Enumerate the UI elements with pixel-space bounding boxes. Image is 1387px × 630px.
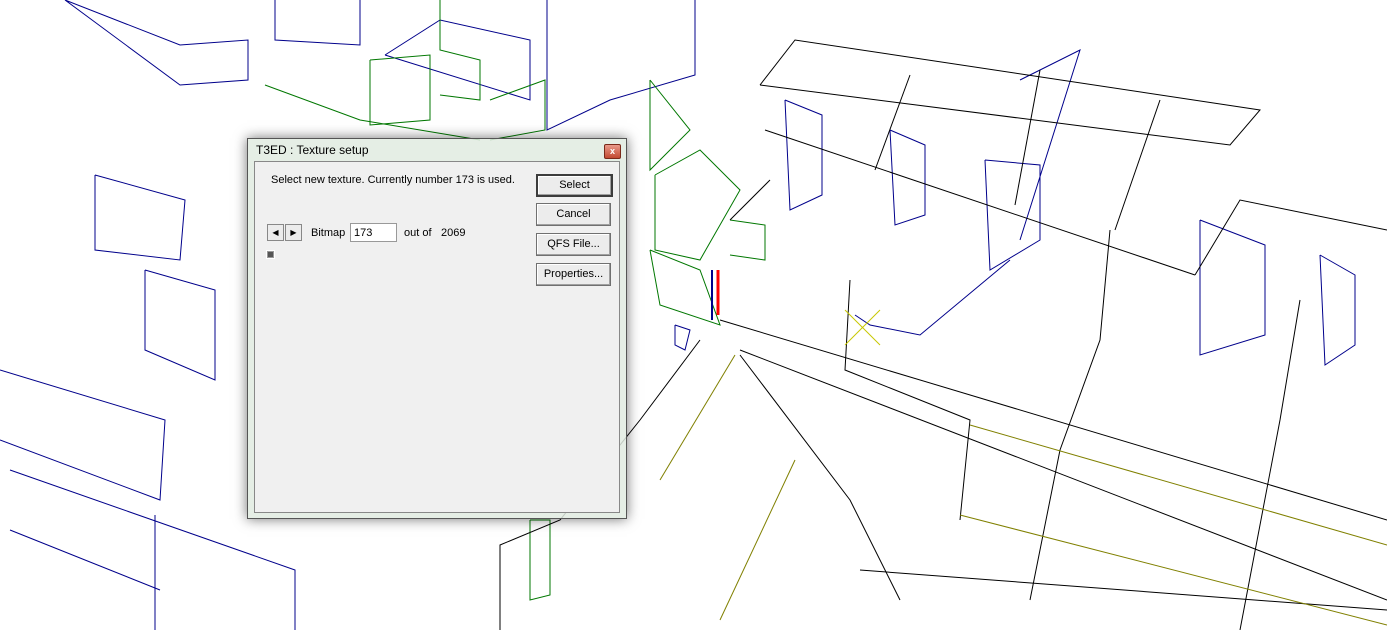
next-bitmap-button[interactable]: ▶ [285, 224, 302, 241]
texture-setup-dialog: T3ED : Texture setup x Select new textur… [247, 138, 627, 519]
black-wireframe-objects [499, 39, 1387, 630]
blue-wireframe-objects [0, 0, 1356, 630]
texture-message: Select new texture. Currently number 173… [271, 174, 515, 186]
bitmap-total: 2069 [441, 227, 466, 239]
out-of-label: out of [404, 227, 432, 239]
bitmap-number-input[interactable]: 173 [350, 223, 397, 242]
qfs-file-button[interactable]: QFS File... [536, 233, 611, 256]
dialog-client-area: Select new texture. Currently number 173… [254, 161, 620, 513]
texture-preview-placeholder [267, 251, 274, 258]
olive-road-lines [659, 354, 1387, 626]
close-button[interactable]: x [604, 144, 621, 159]
properties-button[interactable]: Properties... [536, 263, 611, 286]
select-button[interactable]: Select [536, 174, 613, 197]
bitmap-label: Bitmap [311, 227, 346, 239]
cancel-button[interactable]: Cancel [536, 203, 611, 226]
previous-bitmap-button[interactable]: ◀ [267, 224, 284, 241]
light-marker-icon [844, 309, 881, 346]
dialog-title: T3ED : Texture setup [256, 143, 369, 157]
3d-wireframe-viewport[interactable] [0, 0, 1387, 630]
